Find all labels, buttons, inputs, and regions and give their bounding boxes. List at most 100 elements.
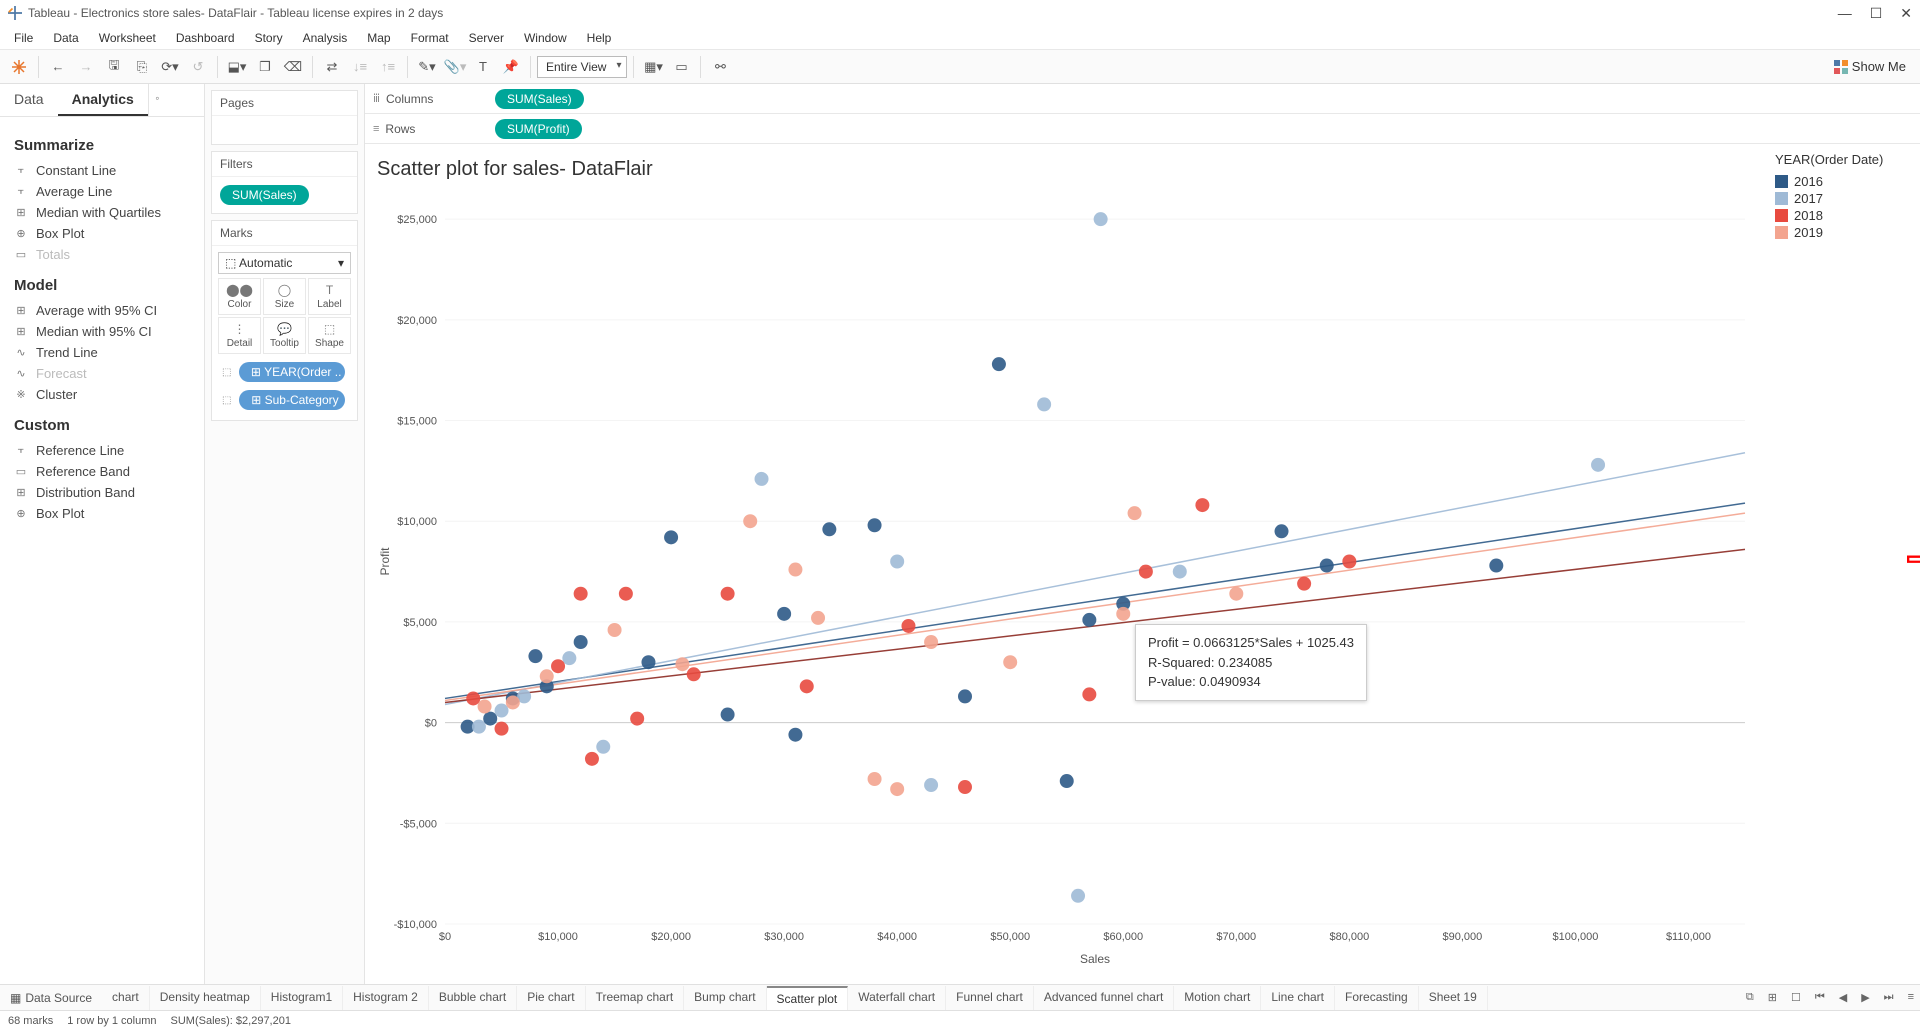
analytics-item[interactable]: ⫟Reference Line [14, 440, 190, 461]
menu-map[interactable]: Map [359, 29, 398, 47]
label-button[interactable]: T [470, 54, 496, 80]
tabs-next-button[interactable]: ▶ [1855, 987, 1875, 1008]
highlight-button[interactable]: ✎▾ [414, 54, 440, 80]
analytics-item[interactable]: ⫟Average Line [14, 181, 190, 202]
analytics-item[interactable]: ⊞Median with Quartiles [14, 202, 190, 223]
show-me-button[interactable]: Show Me [1826, 56, 1914, 77]
marks-detail[interactable]: ⋮Detail [218, 317, 261, 354]
sheet-tab[interactable]: Waterfall chart [848, 986, 946, 1010]
menu-analysis[interactable]: Analysis [295, 29, 356, 47]
marks-label[interactable]: TLabel [308, 278, 351, 315]
sheet-tab[interactable]: Funnel chart [946, 986, 1034, 1010]
sheet-tab[interactable]: Density heatmap [150, 986, 261, 1010]
legend-item[interactable]: 2016 [1775, 173, 1910, 190]
rows-shelf[interactable]: ≡Rows SUM(Profit) [365, 114, 1920, 144]
sheet-tab[interactable]: Treemap chart [586, 986, 685, 1010]
analytics-item[interactable]: ⊞Average with 95% CI [14, 300, 190, 321]
duplicate-button[interactable]: ❐ [252, 54, 278, 80]
cards-button[interactable]: ▦▾ [640, 54, 666, 80]
marks-color[interactable]: ⬤⬤Color [218, 278, 261, 315]
marks-pill[interactable]: ⊞ Sub-Category [239, 390, 345, 410]
tabs-first-button[interactable]: ⏮ [1809, 987, 1831, 1008]
new-worksheet-button[interactable]: ⧉ [1740, 987, 1760, 1008]
group-button[interactable]: 📎▾ [442, 54, 468, 80]
analytics-item[interactable]: ※Cluster [14, 384, 190, 405]
forward-button[interactable]: → [73, 54, 99, 80]
sheet-tab[interactable]: Motion chart [1174, 986, 1261, 1010]
marks-type-dropdown[interactable]: ⬚ Automatic▾ [218, 252, 351, 274]
sheet-tab[interactable]: Forecasting [1335, 986, 1419, 1010]
undo-button[interactable]: ↺ [185, 54, 211, 80]
scatter-plot[interactable]: -$10,000-$5,000$0$5,000$10,000$15,000$20… [375, 189, 1755, 969]
sheet-tab[interactable]: Line chart [1261, 986, 1335, 1010]
sheet-tab[interactable]: Bubble chart [429, 986, 517, 1010]
menu-file[interactable]: File [6, 29, 41, 47]
refresh-button[interactable]: ⟳▾ [157, 54, 183, 80]
tab-data[interactable]: Data [0, 84, 58, 116]
tabs-last-button[interactable]: ⏭ [1878, 987, 1900, 1008]
legend-item[interactable]: 2018 [1775, 207, 1910, 224]
tableau-icon[interactable] [6, 54, 32, 80]
columns-pill[interactable]: SUM(Sales) [495, 89, 584, 109]
sheet-tab[interactable]: Histogram 2 [343, 986, 429, 1010]
menu-worksheet[interactable]: Worksheet [91, 29, 164, 47]
data-source-tab[interactable]: ▦Data Source [0, 987, 102, 1009]
fit-dropdown[interactable]: Entire View [537, 56, 627, 78]
swap-button[interactable]: ⇄ [319, 54, 345, 80]
menu-dashboard[interactable]: Dashboard [168, 29, 243, 47]
sort-desc-button[interactable]: ↑≡ [375, 54, 401, 80]
clear-button[interactable]: ⌫ [280, 54, 306, 80]
analytics-item[interactable]: ∿Forecast [14, 363, 190, 384]
sheet-tab[interactable]: Scatter plot [767, 986, 849, 1010]
chart-area[interactable]: Scatter plot for sales- DataFlair -$10,0… [365, 144, 1765, 984]
new-dashboard-button[interactable]: ⊞ [1762, 987, 1783, 1008]
analytics-item[interactable]: ⊕Box Plot [14, 503, 190, 524]
analytics-item[interactable]: ⊞Distribution Band [14, 482, 190, 503]
analytics-item[interactable]: ∿Trend Line [14, 342, 190, 363]
menu-story[interactable]: Story [247, 29, 291, 47]
marks-tooltip[interactable]: 💬Tooltip [263, 317, 306, 354]
new-story-button[interactable]: ☐ [1785, 987, 1807, 1008]
minimize-button[interactable]: — [1838, 5, 1852, 22]
marks-shape[interactable]: ⬚Shape [308, 317, 351, 354]
tab-analytics[interactable]: Analytics [58, 84, 148, 116]
filter-pill[interactable]: SUM(Sales) [220, 185, 309, 205]
columns-shelf[interactable]: ⅲColumns SUM(Sales) [365, 84, 1920, 114]
save-button[interactable]: 🖫 [101, 54, 127, 80]
marks-pill[interactable]: ⊞ YEAR(Order .. [239, 362, 345, 382]
analytics-item[interactable]: ▭Reference Band [14, 461, 190, 482]
tabs-menu-button[interactable]: ≡ [1902, 987, 1920, 1008]
sheet-tab[interactable]: chart [102, 986, 150, 1010]
tabs-prev-button[interactable]: ◀ [1833, 987, 1853, 1008]
filters-shelf[interactable]: Filters SUM(Sales) [211, 151, 358, 214]
sheet-tab[interactable]: Advanced funnel chart [1034, 986, 1174, 1010]
sheet-tab[interactable]: Pie chart [517, 986, 585, 1010]
analytics-item[interactable]: ⊕Box Plot [14, 223, 190, 244]
menu-format[interactable]: Format [403, 29, 457, 47]
menu-help[interactable]: Help [579, 29, 620, 47]
menu-server[interactable]: Server [461, 29, 512, 47]
new-data-button[interactable]: ⎘ [129, 54, 155, 80]
sort-asc-button[interactable]: ↓≡ [347, 54, 373, 80]
legend-item[interactable]: 2017 [1775, 190, 1910, 207]
back-button[interactable]: ← [45, 54, 71, 80]
analytics-item[interactable]: ⊞Median with 95% CI [14, 321, 190, 342]
pin-button[interactable]: 📌 [498, 54, 524, 80]
sheet-tab[interactable]: Bump chart [684, 986, 766, 1010]
share-button[interactable]: ⚯ [707, 54, 733, 80]
close-button[interactable]: ✕ [1900, 5, 1912, 22]
analytics-item[interactable]: ▭Totals [14, 244, 190, 265]
legend-item[interactable]: 2019 [1775, 224, 1910, 241]
search-icon[interactable]: ◦ [148, 84, 166, 116]
sheet-tab[interactable]: Histogram1 [261, 986, 343, 1010]
marks-size[interactable]: ◯Size [263, 278, 306, 315]
analytics-item[interactable]: ⫟Constant Line [14, 160, 190, 181]
pages-shelf[interactable]: Pages [211, 90, 358, 145]
rows-pill[interactable]: SUM(Profit) [495, 119, 582, 139]
menu-window[interactable]: Window [516, 29, 575, 47]
menu-data[interactable]: Data [45, 29, 86, 47]
maximize-button[interactable]: ☐ [1870, 5, 1883, 22]
sheet-tab[interactable]: Sheet 19 [1419, 986, 1488, 1010]
present-button[interactable]: ▭ [668, 54, 694, 80]
new-sheet-button[interactable]: ⬓▾ [224, 54, 250, 80]
